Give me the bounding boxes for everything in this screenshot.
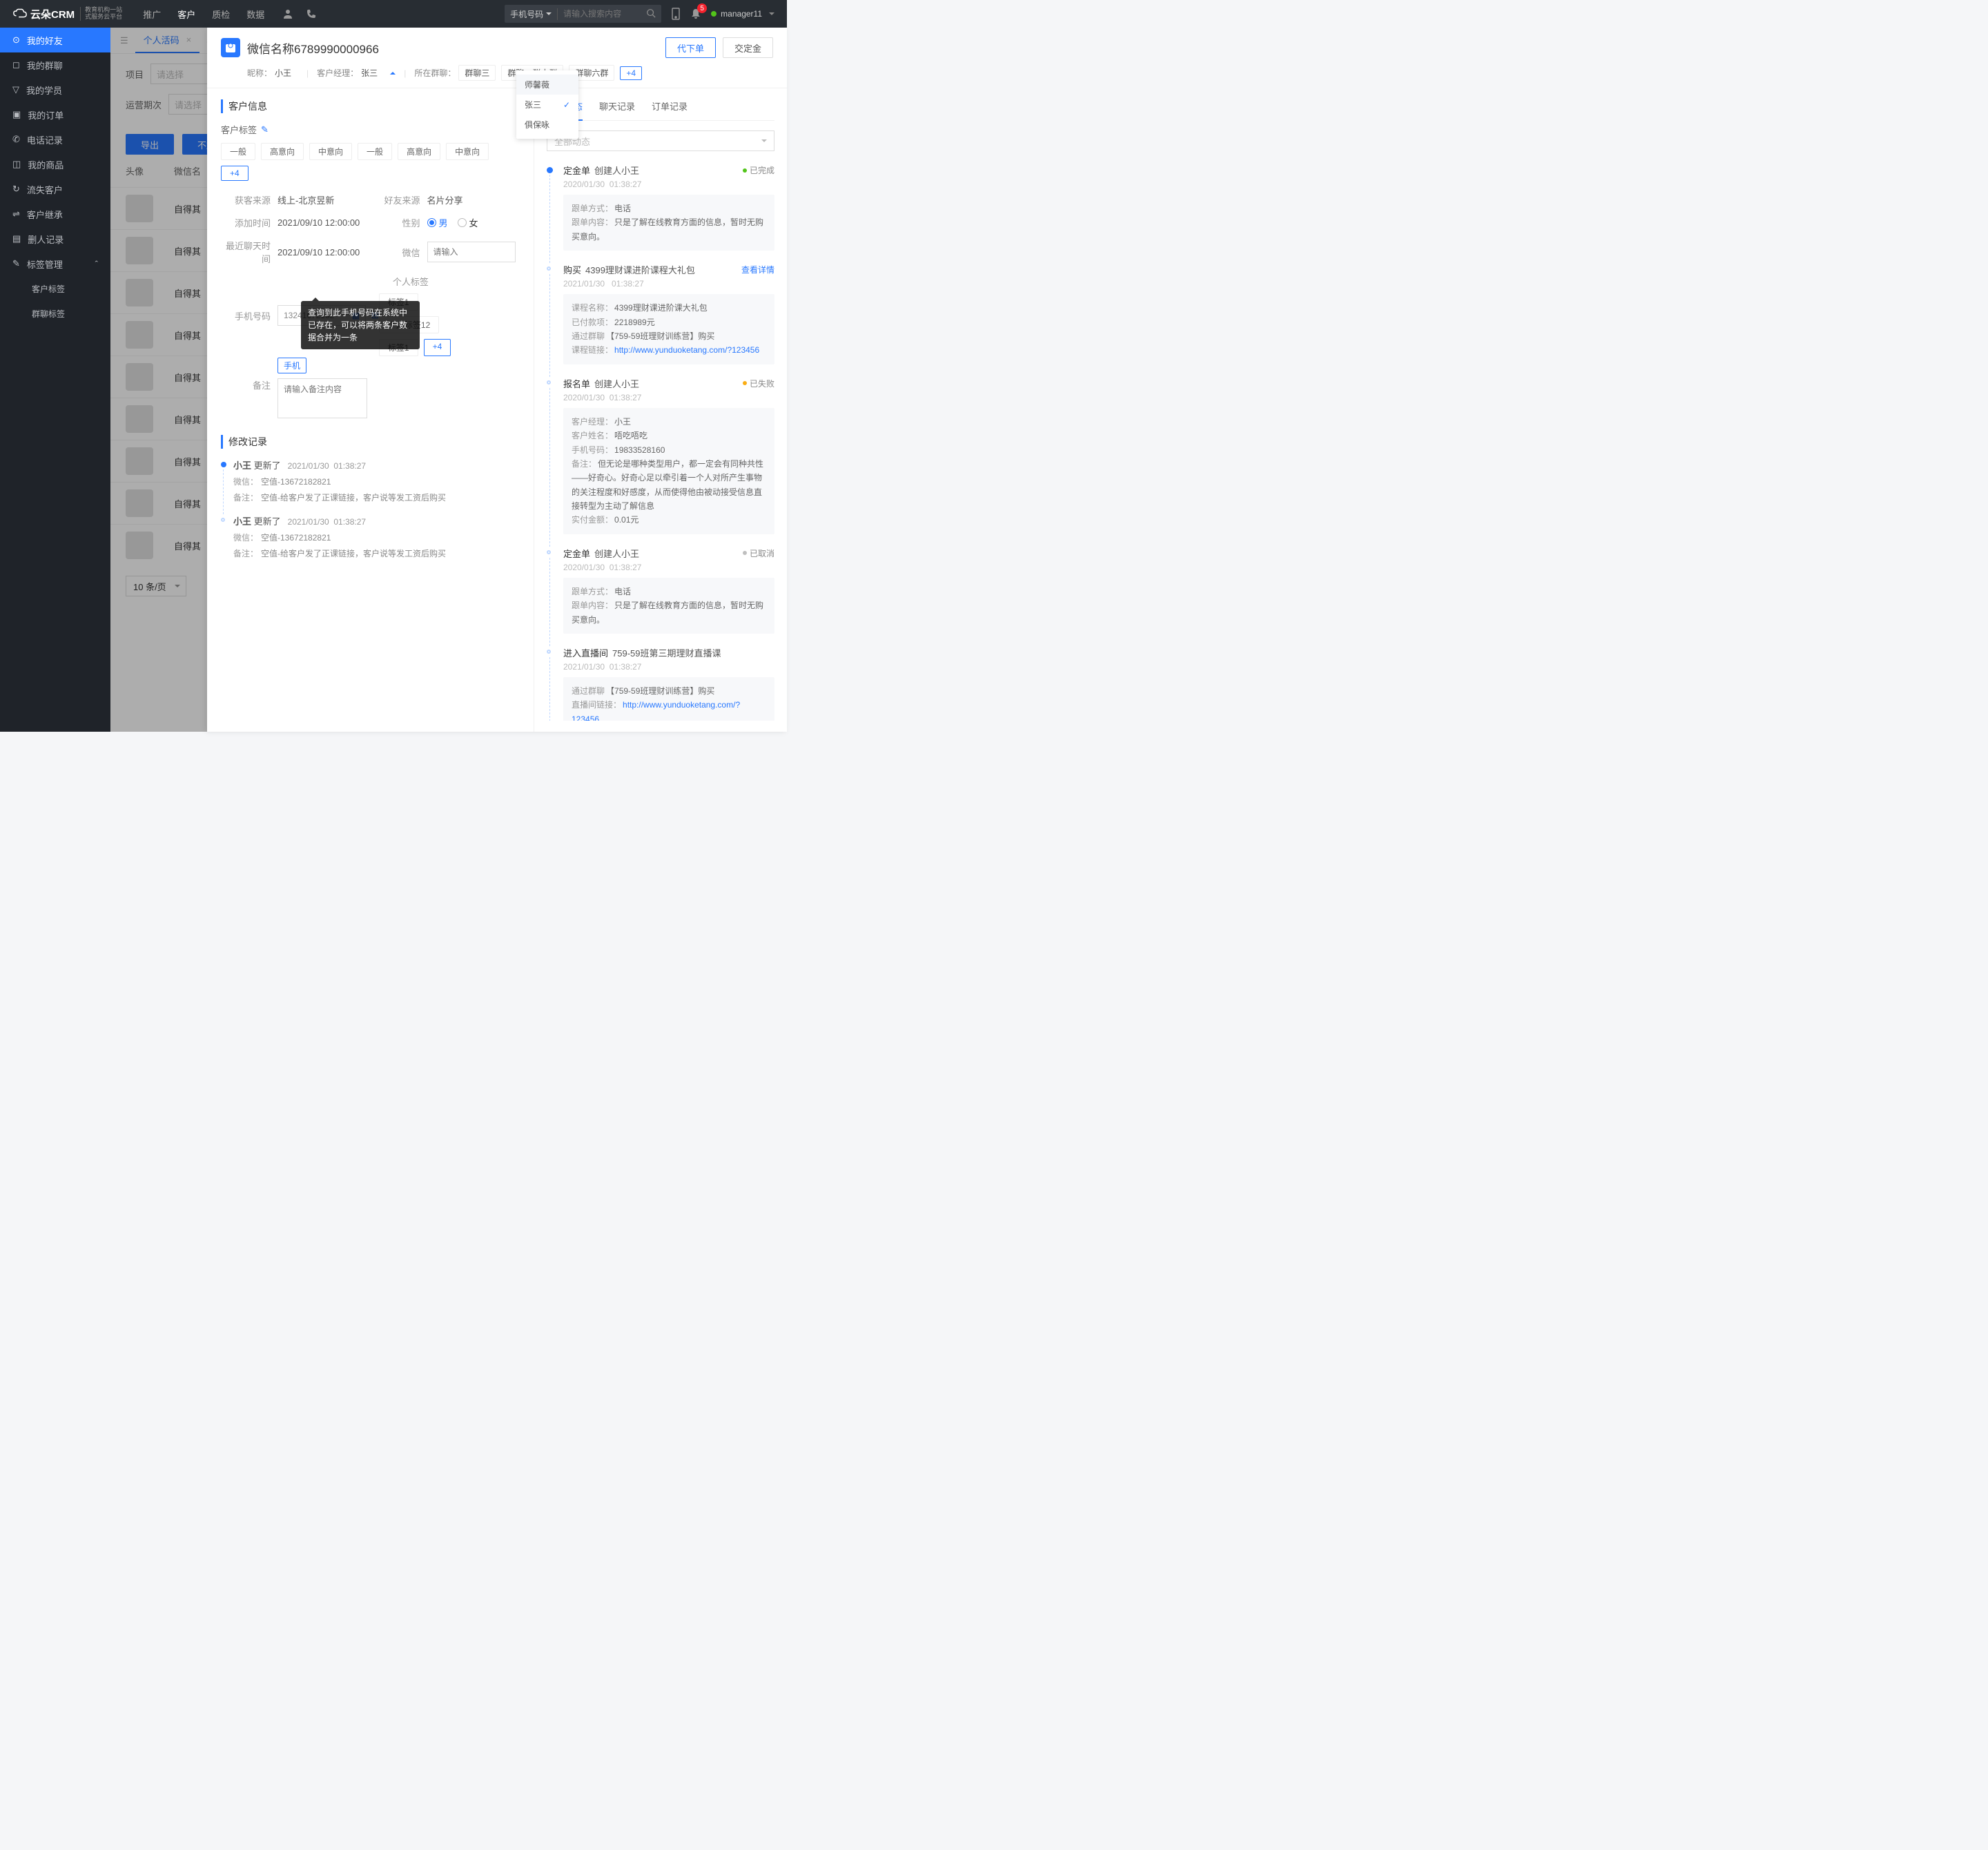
sidebar-item-calls[interactable]: ✆电话记录 — [0, 127, 110, 152]
more-ptags[interactable]: +4 — [424, 339, 451, 356]
bag-icon: ◫ — [12, 159, 21, 170]
timeline-item: 定金单创建人小王已取消2020/01/30 01:38:27跟单方式：电话跟单内… — [547, 547, 774, 634]
list-icon: ▤ — [12, 233, 21, 244]
search-icon[interactable] — [641, 8, 661, 20]
timeline-item: 购买4399理财课进阶课程大礼包查看详情2021/01/30 01:38:27课… — [547, 263, 774, 364]
user-icon[interactable] — [282, 8, 293, 19]
customer-tag[interactable]: 高意向 — [261, 143, 304, 160]
tab-customer[interactable]: 客户 — [177, 8, 195, 21]
section-title-info: 客户信息 — [221, 99, 520, 113]
edit-icon[interactable]: ✎ — [261, 124, 269, 135]
manager-dropdown-toggle[interactable] — [390, 69, 396, 75]
sidebar-item-inherit[interactable]: ⇌客户继承 — [0, 202, 110, 226]
chat-icon: ◻ — [12, 59, 20, 70]
sidebar: ⊙我的好友 ◻我的群聊 ▽我的学员 ▣我的订单 ✆电话记录 ◫我的商品 ↻流失客… — [0, 28, 110, 732]
phone-icon[interactable] — [306, 8, 317, 19]
recycle-icon: ↻ — [12, 184, 20, 195]
filter-icon: ▽ — [12, 84, 19, 95]
deposit-button[interactable]: 交定金 — [723, 37, 773, 58]
wechat-avatar-icon — [221, 38, 240, 57]
sidebar-item-products[interactable]: ◫我的商品 — [0, 152, 110, 177]
view-detail-link[interactable]: 查看详情 — [741, 264, 774, 275]
tab-data[interactable]: 数据 — [246, 8, 264, 21]
phone-tooltip: 查询到此手机号码在系统中已存在，可以将两条客户数据合并为一条 — [301, 301, 420, 349]
proxy-order-button[interactable]: 代下单 — [665, 37, 716, 58]
timeline-item: 报名单创建人小王已失败2020/01/30 01:38:27客户经理：小王客户姓… — [547, 377, 774, 534]
notif-badge: 5 — [697, 3, 707, 13]
bell-icon[interactable]: 5 — [690, 8, 701, 19]
customer-tag[interactable]: 中意向 — [309, 143, 352, 160]
dim-overlay — [110, 28, 207, 732]
dynamic-filter-select[interactable]: 全部动态 — [547, 130, 774, 151]
sidebar-item-dellog[interactable]: ▤删人记录 — [0, 226, 110, 251]
app-header: 云朵CRM 教育机构一站 式服务云平台 推广 客户 质检 数据 手机号码 5 m… — [0, 0, 787, 28]
cart-icon: ▣ — [12, 109, 21, 120]
remark-textarea[interactable] — [277, 378, 367, 418]
sidebar-item-groupchat[interactable]: ◻我的群聊 — [0, 52, 110, 77]
nav-tabs: 推广 客户 质检 数据 — [143, 8, 264, 21]
phone-icon: ✆ — [12, 134, 20, 145]
timeline-item: 进入直播间759-59班第三期理财直播课2021/01/30 01:38:27通… — [547, 646, 774, 721]
dropdown-option[interactable]: 师馨薇 — [516, 75, 578, 95]
history-item: 小王 更新了2021/01/30 01:38:27微信：空值-136721828… — [221, 458, 520, 503]
phone-tag-link[interactable]: 手机 — [277, 358, 306, 373]
search-input[interactable] — [558, 9, 641, 19]
tab-promote[interactable]: 推广 — [143, 8, 161, 21]
more-groups-tag[interactable]: +4 — [620, 66, 642, 80]
online-status-dot — [711, 11, 717, 17]
search-box: 手机号码 — [505, 5, 661, 23]
section-title-history: 修改记录 — [221, 435, 520, 449]
customer-drawer: 微信名称6789990000966 代下单 交定金 昵称：小王| 客户经理：张三… — [207, 28, 787, 732]
more-tags[interactable]: +4 — [221, 166, 248, 181]
sidebar-sub-grouptags[interactable]: 群聊标签 — [0, 301, 110, 326]
customer-tag[interactable]: 高意向 — [398, 143, 440, 160]
customer-tag[interactable]: 中意向 — [446, 143, 489, 160]
sidebar-item-lost[interactable]: ↻流失客户 — [0, 177, 110, 202]
sidebar-sub-custtags[interactable]: 客户标签 — [0, 276, 110, 301]
sidebar-item-tags[interactable]: ✎标签管理ˆ — [0, 251, 110, 276]
rtab-order[interactable]: 订单记录 — [652, 99, 688, 120]
customer-tag[interactable]: 一般 — [221, 143, 255, 160]
manager-dropdown: 师馨薇 张三✓ 俱保咏 — [516, 70, 578, 139]
timeline-item: 定金单创建人小王已完成2020/01/30 01:38:27跟单方式：电话跟单内… — [547, 164, 774, 251]
user-menu[interactable]: manager11 — [711, 9, 774, 19]
tab-qc[interactable]: 质检 — [212, 8, 230, 21]
wechat-input[interactable] — [427, 242, 516, 262]
gear-icon: ✎ — [12, 258, 20, 269]
search-type-select[interactable]: 手机号码 — [505, 8, 558, 20]
gender-female-radio[interactable]: 女 — [458, 216, 478, 229]
mobile-icon[interactable] — [671, 8, 681, 20]
dropdown-option[interactable]: 俱保咏 — [516, 115, 578, 135]
gender-male-radio[interactable]: 男 — [427, 216, 448, 229]
check-icon: ✓ — [563, 100, 570, 110]
sidebar-item-friends[interactable]: ⊙我的好友 — [0, 28, 110, 52]
sidebar-item-orders[interactable]: ▣我的订单 — [0, 102, 110, 127]
logo: 云朵CRM — [12, 7, 75, 21]
group-tag[interactable]: 群聊三 — [458, 65, 496, 81]
friends-icon: ⊙ — [12, 35, 20, 46]
history-item: 小王 更新了2021/01/30 01:38:27微信：空值-136721828… — [221, 514, 520, 559]
drawer-title: 微信名称6789990000966 — [247, 39, 659, 57]
dropdown-option[interactable]: 张三✓ — [516, 95, 578, 115]
swap-icon: ⇌ — [12, 208, 20, 220]
rtab-chat[interactable]: 聊天记录 — [599, 99, 635, 120]
logo-subtitle: 教育机构一站 式服务云平台 — [80, 7, 122, 21]
sidebar-item-students[interactable]: ▽我的学员 — [0, 77, 110, 102]
chevron-up-icon: ˆ — [95, 259, 98, 269]
customer-tag[interactable]: 一般 — [358, 143, 392, 160]
